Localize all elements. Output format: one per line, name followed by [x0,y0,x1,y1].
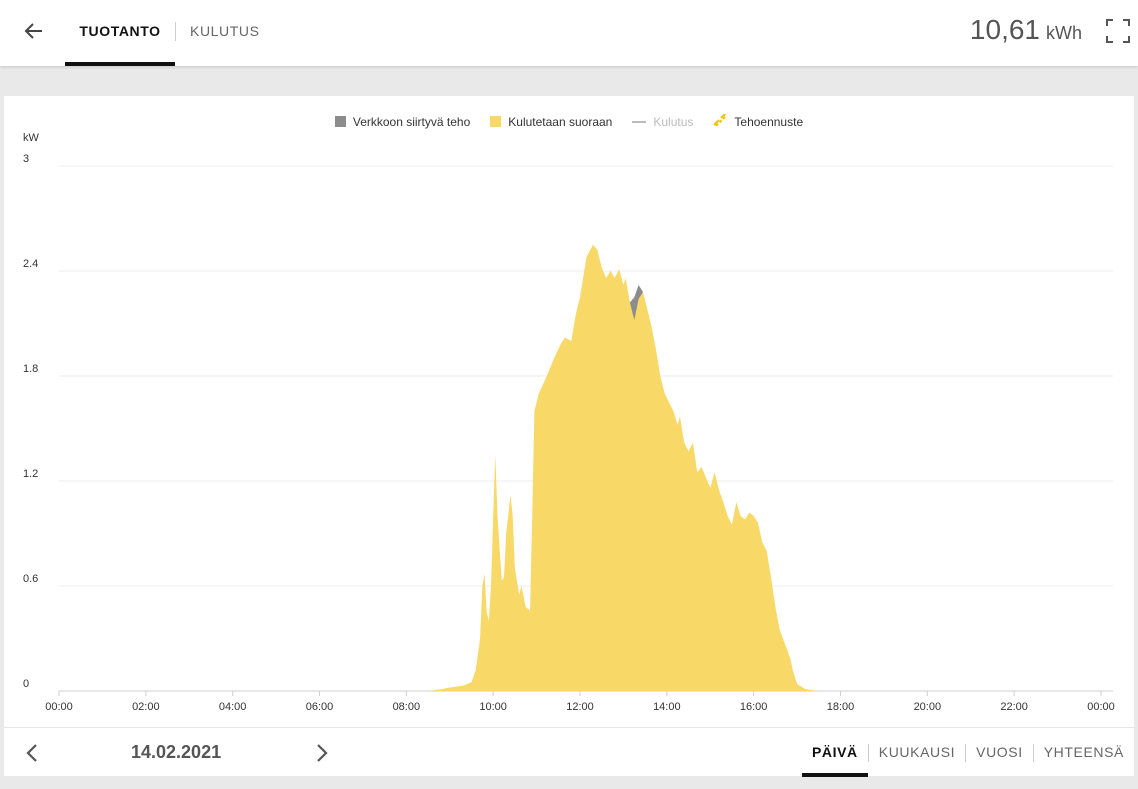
chart-card: Verkkoon siirtyvä teho Kulutetaan suoraa… [4,96,1134,776]
back-arrow-icon[interactable] [20,17,48,45]
total-energy-unit: kWh [1046,23,1082,43]
x-tick-label: 04:00 [219,701,247,713]
x-tick-label: 02:00 [132,701,160,713]
x-tick-label: 14:00 [653,701,681,713]
total-energy-value: 10,61 [969,14,1040,45]
x-tick-label: 18:00 [827,701,855,713]
tab-year[interactable]: VUOSI [966,728,1033,777]
y-axis-ticks: 0 0.6 1.2 1.8 2.4 3 [23,153,38,690]
tab-production[interactable]: TUOTANTO [65,0,175,66]
y-tick-label: 2.4 [23,258,38,270]
chart-series [59,244,1101,692]
y-axis-label: kW [23,132,40,144]
tab-total[interactable]: YHTEENSÄ [1034,728,1134,777]
next-date-chevron-icon[interactable] [309,741,333,765]
top-bar: TUOTANTO KULUTUS 10,61 kWh [0,0,1138,66]
total-energy: 10,61 kWh [970,14,1082,50]
x-tick-label: 20:00 [914,701,942,713]
selected-date[interactable]: 14.02.2021 [131,742,221,763]
y-tick-label: 0.6 [23,573,38,585]
x-tick-label: 00:00 [45,701,73,713]
x-tick-label: 22:00 [1000,701,1028,713]
tab-month[interactable]: KUUKAUSI [869,728,965,777]
date-navigation-bar: 14.02.2021 PÄIVÄ KUUKAUSI VUOSI YHTEENSÄ [4,727,1134,777]
period-tabs: PÄIVÄ KUUKAUSI VUOSI YHTEENSÄ [801,728,1134,777]
tab-day[interactable]: PÄIVÄ [801,728,868,777]
x-tick-label: 12:00 [566,701,594,713]
x-tick-label: 08:00 [393,701,421,713]
x-tick-label: 16:00 [740,701,768,713]
production-chart: kW 0 0.6 1.2 1.8 2.4 3 00:00 02:00 04:00 06:00 08… [23,132,1115,713]
x-tick-label: 10:00 [479,701,507,713]
x-axis: 00:00 02:00 04:00 06:00 08:00 10:00 12:00 14:00… [45,691,1115,713]
tab-divider [175,22,176,41]
x-tick-label: 06:00 [306,701,334,713]
tab-consumption[interactable]: KULUTUS [190,0,260,66]
fullscreen-icon[interactable] [1105,18,1131,44]
y-tick-label: 0 [23,678,29,690]
previous-date-chevron-icon[interactable] [21,741,45,765]
y-tick-label: 1.8 [23,363,38,375]
y-tick-label: 3 [23,153,29,165]
x-tick-label: 00:00 [1087,701,1115,713]
y-tick-label: 1.2 [23,468,38,480]
series-area [59,244,1101,692]
active-tab-indicator [65,62,175,66]
